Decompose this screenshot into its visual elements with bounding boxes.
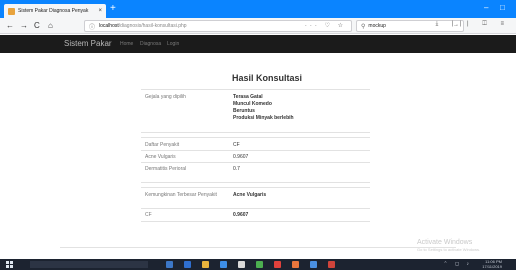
forward-button[interactable]: → [20,20,28,31]
app-icon[interactable] [310,261,317,268]
divider [141,89,370,90]
divider [141,182,370,183]
firefox-icon[interactable] [292,261,299,268]
penyakit-name: Acne Vulgaris [145,154,176,160]
activate-subtitle: Go to Settings to activate Windows. [417,247,481,252]
info-icon[interactable]: ⓘ [89,22,95,31]
app-icon[interactable] [238,261,245,268]
footer-divider [60,247,456,248]
gejala-item: Produksi Minyak berlebih [233,115,294,121]
divider [141,187,370,188]
favicon-icon [8,7,15,15]
gejala-item: Beruntus [233,108,255,114]
browser-tab-strip: Sistem Pakar Diagnosa Penyak × + – □ [0,0,516,18]
url-actions-icon[interactable]: ··· ♡ ☆ [305,22,346,29]
minimize-button[interactable]: – [484,3,488,13]
taskbar: ⌃ ◻ ♪ 11:06 PM 17/11/2019 [0,259,516,270]
divider [141,221,370,222]
divider [141,162,370,163]
penyakit-cf: 0.9607 [233,154,249,160]
start-icon[interactable] [6,261,13,268]
app-icon[interactable] [274,261,281,268]
gejala-item: Terasa Gatal [233,94,263,100]
penyakit-name: Dermatitis Perioral [145,166,187,172]
edge-icon[interactable] [184,261,191,268]
divider [141,150,370,151]
gejala-label: Gejala yang dipilih [145,94,186,100]
browser-nav-bar: ← → C ⌂ ⓘ localhost /diagnosis/hasil-kon… [0,18,516,34]
home-button[interactable]: ⌂ [48,20,53,31]
app-navbar: Sistem Pakar Home Diagnosa Login [0,35,516,53]
nav-home-link[interactable]: Home [120,41,133,47]
store-icon[interactable] [220,261,227,268]
taskbar-date[interactable]: 17/11/2019 [482,265,502,269]
activate-windows-watermark: Activate Windows Go to Settings to activ… [417,238,480,253]
app-icon[interactable] [256,261,263,268]
page-title: Hasil Konsultasi [232,73,303,83]
nav-login-link[interactable]: Login [167,41,179,47]
penyakit-header-label: Daftar Penyakit [145,142,180,148]
toolbar-icons[interactable]: ⤓ ||| ◫ ≡ [436,21,510,28]
activate-title: Activate Windows [417,239,473,246]
url-host: localhost [99,23,119,29]
tab-title: Sistem Pakar Diagnosa Penyak [18,8,89,14]
search-icon: ⚲ [361,23,366,30]
back-button[interactable]: ← [6,20,14,31]
divider [141,137,370,138]
taskbar-search[interactable] [30,261,148,268]
divider [141,208,370,209]
url-bar[interactable]: ⓘ localhost /diagnosis/hasil-konsultasi.… [84,20,352,32]
kemungkinan-value: Acne Vulgaris [233,192,267,198]
nav-diagnosa-link[interactable]: Diagnosa [140,41,161,47]
file-explorer-icon[interactable] [202,261,209,268]
main-content: Hasil Konsultasi Gejala yang dipilih Ter… [0,53,516,259]
kemungkinan-label: Kemungkinan Terbesar Penyakit [145,192,217,198]
task-view-icon[interactable] [166,261,173,268]
brand-link[interactable]: Sistem Pakar [64,39,112,48]
system-tray-icons[interactable]: ⌃ ◻ ♪ [443,261,472,267]
new-tab-button[interactable]: + [110,3,116,15]
gejala-item: Muncul Komedo [233,101,272,107]
penyakit-header-value: CF [233,142,240,148]
app-icon[interactable] [328,261,335,268]
url-path: /diagnosis/hasil-konsultasi.php [118,23,187,29]
reload-button[interactable]: C [34,20,40,31]
maximize-button[interactable]: □ [500,3,505,13]
browser-tab[interactable]: Sistem Pakar Diagnosa Penyak × [4,4,106,18]
penyakit-cf: 0.7 [233,166,240,172]
cf-value: 0.9607 [233,212,249,218]
cf-label: CF [145,212,152,218]
search-input[interactable]: mockup [368,23,386,29]
divider [141,132,370,133]
tab-close-icon[interactable]: × [98,8,102,14]
